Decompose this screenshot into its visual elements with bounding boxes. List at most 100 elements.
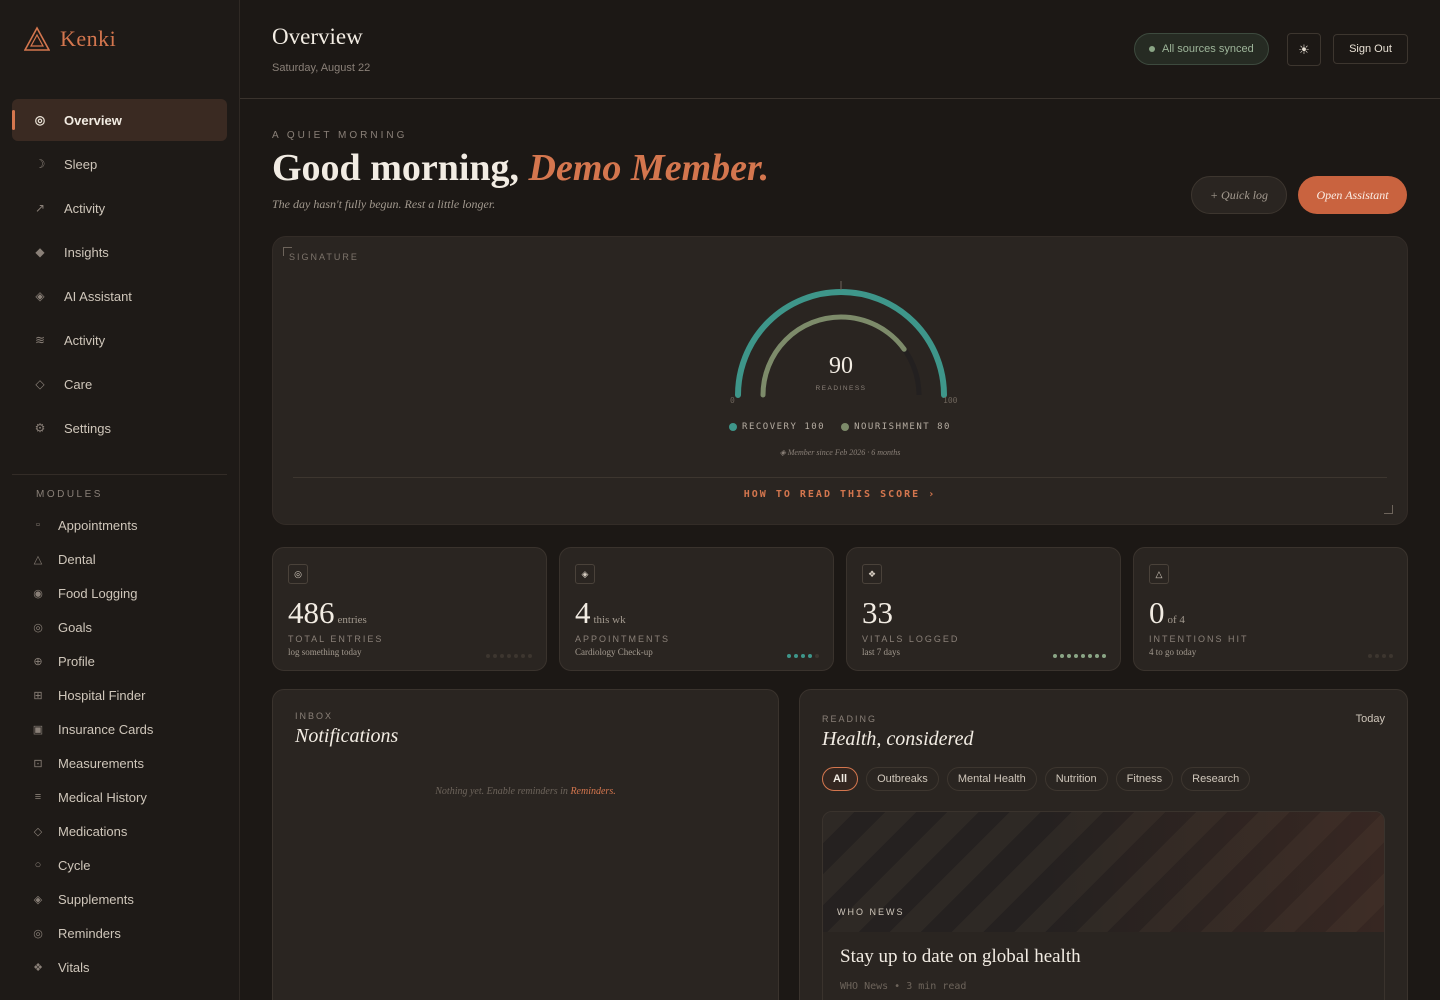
module-item-measurements[interactable]: ⊡ Measurements	[12, 746, 227, 780]
page-title: Overview	[272, 24, 363, 49]
stat-value: 4	[575, 595, 591, 630]
chip-fitness[interactable]: Fitness	[1115, 767, 1174, 791]
sidebar-item-activity[interactable]: ↗ Activity	[12, 187, 227, 229]
square-dot-icon: ⊡	[33, 757, 43, 770]
theme-toggle-button[interactable]: ☀	[1287, 33, 1321, 66]
chip-nutrition[interactable]: Nutrition	[1044, 767, 1108, 791]
module-item-label: Food Logging	[58, 585, 138, 601]
sidebar-item-label: Activity	[64, 200, 106, 216]
how-to-read-link[interactable]: HOW TO READ THIS SCORE ›	[273, 489, 1407, 500]
progress-dot	[1095, 654, 1099, 658]
square-icon: ▫	[36, 519, 40, 531]
sidebar-item-sleep[interactable]: ☽ Sleep	[12, 143, 227, 185]
sidebar-item-activity[interactable]: ≋ Activity	[12, 319, 227, 361]
reminders-link[interactable]: Reminders.	[570, 786, 615, 797]
card-divider	[293, 477, 1387, 478]
chip-all[interactable]: All	[822, 767, 859, 791]
gauge-max-label: 100	[943, 396, 958, 405]
brand-logo[interactable]: Kenki	[24, 26, 116, 52]
stat-note: Cardiology Check-up	[575, 647, 653, 657]
module-item-profile[interactable]: ⊕ Profile	[12, 644, 227, 678]
target-icon: ◎	[288, 564, 308, 584]
sync-status-label: All sources synced	[1162, 43, 1254, 55]
stat-note: 4 to go today	[1149, 647, 1197, 657]
module-item-label: Cycle	[58, 857, 91, 873]
sidebar-item-overview[interactable]: ◎ Overview	[12, 99, 227, 141]
notifications-empty-state: Nothing yet. Enable reminders in Reminde…	[273, 786, 778, 797]
card-icon: ▣	[32, 723, 44, 736]
dot-circle-icon: ◉	[33, 587, 43, 600]
gauge-min-label: 0	[730, 396, 735, 405]
module-item-label: Hospital Finder	[58, 687, 146, 703]
hero-subtitle: The day hasn't fully begun. Rest a littl…	[272, 197, 496, 211]
chip-outbreaks[interactable]: Outbreaks	[866, 767, 939, 791]
stat-label: APPOINTMENTS	[575, 634, 671, 644]
module-item-goals[interactable]: ◎ Goals	[12, 610, 227, 644]
notifications-card: INBOX Notifications Nothing yet. Enable …	[272, 689, 779, 1000]
nav-divider	[12, 474, 227, 475]
sidebar-item-settings[interactable]: ⚙ Settings	[12, 407, 227, 449]
sign-out-button[interactable]: Sign Out	[1333, 34, 1408, 64]
diamond-icon: ◆	[35, 245, 45, 259]
module-item-label: Insurance Cards	[58, 721, 154, 737]
module-item-vitals[interactable]: ❖ Vitals	[12, 950, 227, 984]
progress-dot	[500, 654, 504, 658]
stat-card-intentions-hit[interactable]: △ 0 of 4 INTENTIONS HIT 4 to go today	[1133, 547, 1408, 671]
progress-dot	[507, 654, 511, 658]
open-assistant-button[interactable]: Open Assistant	[1298, 176, 1407, 214]
stat-card-vitals-logged[interactable]: ❖ 33 VITALS LOGGED last 7 days	[846, 547, 1121, 671]
circle-icon: ○	[34, 859, 42, 871]
target-icon: ◎	[33, 927, 43, 940]
stat-note: log something today	[288, 647, 362, 657]
nourishment-swatch	[841, 423, 850, 431]
module-item-supplements[interactable]: ◈ Supplements	[12, 882, 227, 916]
module-item-insurance-cards[interactable]: ▣ Insurance Cards	[12, 712, 227, 746]
module-item-appointments[interactable]: ▫ Appointments	[12, 508, 227, 542]
chip-research[interactable]: Research	[1181, 767, 1251, 791]
sidebar-item-ai-assistant[interactable]: ◈ AI Assistant	[12, 275, 227, 317]
calendar-icon: ◈	[575, 564, 595, 584]
module-item-medications[interactable]: ◇ Medications	[12, 814, 227, 848]
module-item-hospital-finder[interactable]: ⊞ Hospital Finder	[12, 678, 227, 712]
reading-date-filter[interactable]: Today	[1356, 713, 1385, 725]
stat-card-appointments[interactable]: ◈ 4 this wk APPOINTMENTS Cardiology Check-up	[559, 547, 834, 671]
target-icon: ◎	[33, 621, 43, 634]
sparkle-icon: ❖	[33, 961, 43, 974]
article-card[interactable]: WHO NEWS Stay up to date on global healt…	[822, 811, 1385, 1000]
recovery-arc	[735, 289, 947, 398]
readiness-gauge: 90 READINESS 0 100	[730, 281, 958, 405]
module-item-medical-history[interactable]: ≡ Medical History	[12, 780, 227, 814]
module-item-reminders[interactable]: ◎ Reminders	[12, 916, 227, 950]
reading-title: Health, considered	[822, 728, 974, 750]
stat-unit: of 4	[1167, 614, 1185, 626]
sync-status-badge[interactable]: All sources synced	[1134, 33, 1269, 65]
sidebar-item-insights[interactable]: ◆ Insights	[12, 231, 227, 273]
module-item-food-logging[interactable]: ◉ Food Logging	[12, 576, 227, 610]
stat-label: TOTAL ENTRIES	[288, 634, 384, 644]
modules-heading: MODULES	[36, 489, 103, 500]
quick-log-button[interactable]: + Quick log	[1191, 176, 1287, 214]
chip-mental-health[interactable]: Mental Health	[946, 767, 1037, 791]
signature-label: SIGNATURE	[289, 252, 359, 262]
progress-dot	[1067, 654, 1071, 658]
sidebar-item-care[interactable]: ◇ Care	[12, 363, 227, 405]
module-item-dental[interactable]: △ Dental	[12, 542, 227, 576]
progress-dot	[1375, 654, 1379, 658]
sidebar: Kenki ◎ Overview ☽ Sleep ↗ Activity ◆ Insights ◈…	[0, 0, 240, 1000]
article-title: Stay up to date on global health	[840, 946, 1081, 967]
stat-card-total-entries[interactable]: ◎ 486 entries TOTAL ENTRIES log something to…	[272, 547, 547, 671]
module-item-cycle[interactable]: ○ Cycle	[12, 848, 227, 882]
trend-arrow-icon: ↗	[34, 201, 46, 215]
diamond-outline-icon: ◇	[35, 377, 45, 391]
progress-dot	[1368, 654, 1372, 658]
sidebar-item-label: AI Assistant	[64, 288, 132, 304]
member-since: ◈ Member since Feb 2026 · 6 months	[779, 448, 901, 457]
legend-nourishment-label: NOURISHMENT 80	[854, 422, 951, 432]
progress-dot	[1389, 654, 1393, 658]
module-item-label: Profile	[58, 653, 95, 669]
progress-dot	[808, 654, 812, 658]
module-item-label: Medical History	[58, 789, 147, 805]
stat-value-group: 4 this wk	[575, 595, 626, 631]
progress-dot	[1060, 654, 1064, 658]
stat-value-group: 33	[862, 595, 896, 631]
